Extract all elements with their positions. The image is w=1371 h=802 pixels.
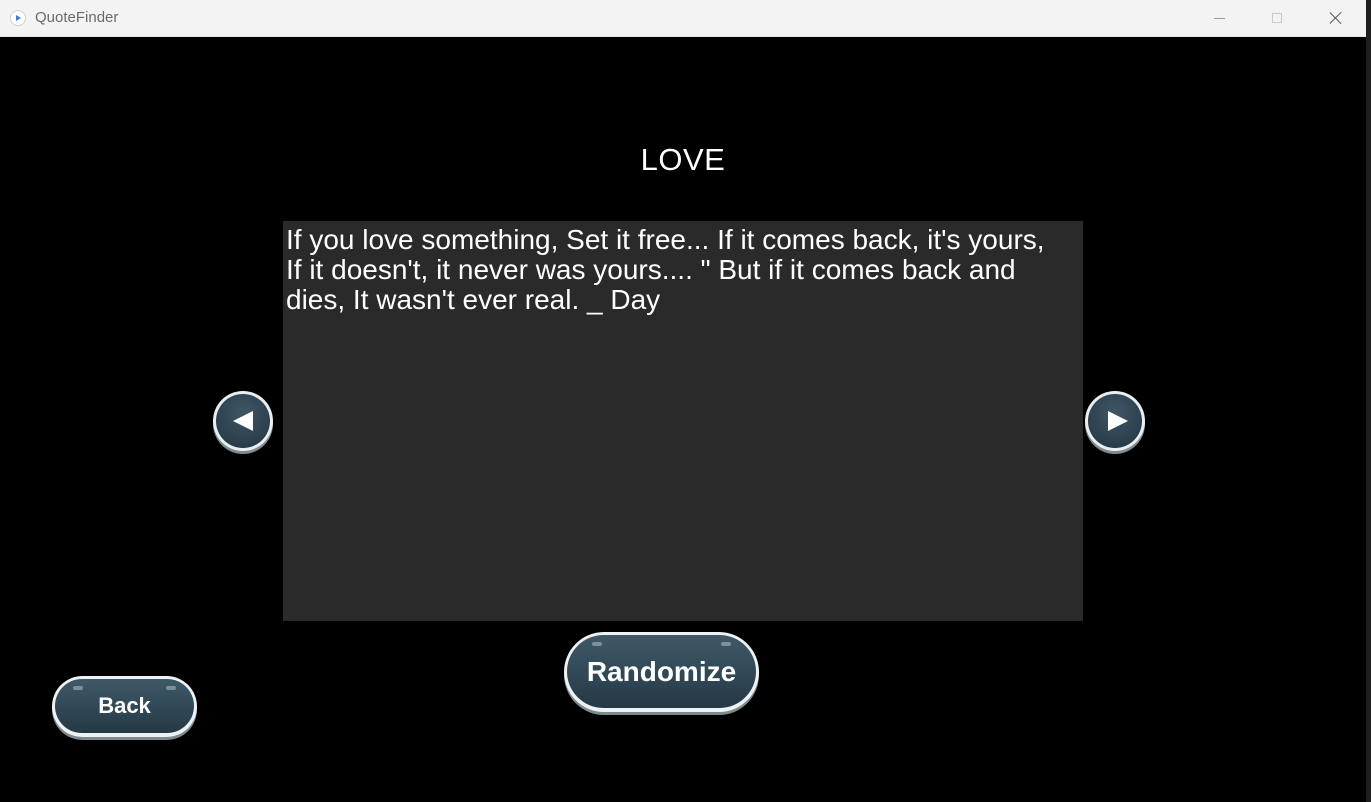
back-button[interactable]: Back bbox=[52, 676, 197, 737]
randomize-button[interactable]: Randomize bbox=[564, 632, 759, 712]
button-shine bbox=[592, 642, 602, 646]
button-shine bbox=[166, 686, 176, 690]
button-shine bbox=[73, 686, 83, 690]
close-button[interactable] bbox=[1307, 0, 1365, 36]
previous-button-face bbox=[216, 394, 270, 448]
minimize-button[interactable] bbox=[1190, 0, 1248, 36]
minimize-icon bbox=[1213, 17, 1225, 19]
category-title: LOVE bbox=[640, 142, 726, 177]
left-arrow-icon bbox=[233, 411, 253, 431]
next-button-face bbox=[1088, 394, 1142, 448]
randomize-label: Randomize bbox=[586, 655, 737, 687]
app-play-icon bbox=[10, 10, 26, 26]
window-title: QuoteFinder bbox=[35, 9, 119, 26]
close-icon bbox=[1329, 11, 1343, 25]
next-quote-button[interactable] bbox=[1085, 391, 1145, 451]
button-shine bbox=[721, 642, 731, 646]
app-window: QuoteFinder LOVE If you love something, … bbox=[0, 0, 1371, 802]
maximize-icon bbox=[1272, 13, 1282, 23]
maximize-button[interactable] bbox=[1248, 0, 1306, 36]
right-arrow-icon bbox=[1108, 411, 1128, 431]
back-label: Back bbox=[98, 693, 151, 718]
previous-quote-button[interactable] bbox=[213, 391, 273, 451]
randomize-button-face: Randomize bbox=[567, 635, 756, 708]
title-bar: QuoteFinder bbox=[0, 0, 1366, 37]
quote-text: If you love something, Set it free... If… bbox=[286, 224, 1045, 315]
back-button-face: Back bbox=[55, 679, 194, 733]
window-edge bbox=[1366, 0, 1371, 802]
quote-panel: If you love something, Set it free... If… bbox=[283, 221, 1083, 621]
